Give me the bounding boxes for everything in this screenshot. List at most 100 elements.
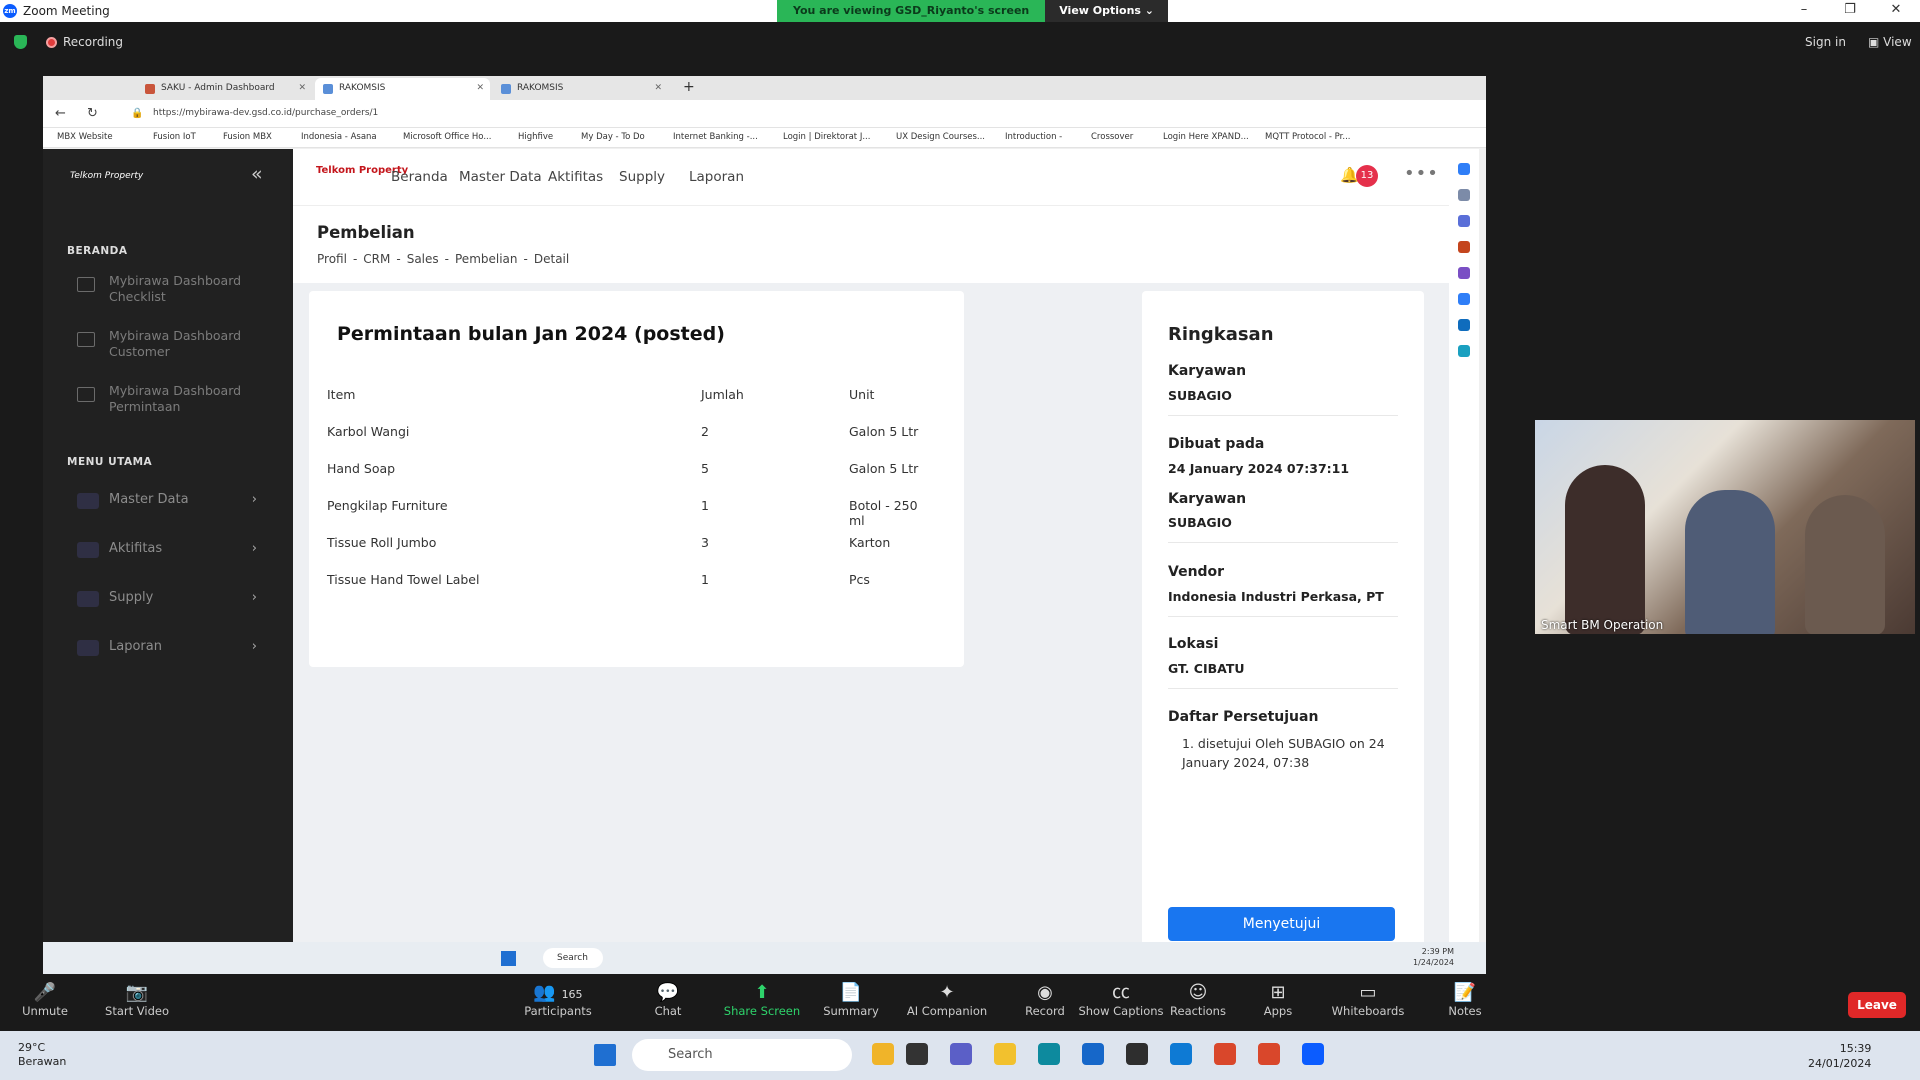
vendor-label: Vendor <box>1168 564 1225 580</box>
sidebar-item-dashboard-customer[interactable]: Mybirawa Dashboard Customer <box>77 328 257 362</box>
zoom-app-icon[interactable] <box>1302 1043 1324 1065</box>
cell-unit: Botol - 250 ml <box>849 498 918 528</box>
view-options-button[interactable]: View Options ⌄ <box>1045 0 1169 22</box>
back-icon[interactable]: ← <box>55 106 66 121</box>
chrome-icon[interactable] <box>1258 1043 1280 1065</box>
whiteboards-button[interactable]: ▭ Whiteboards <box>1323 982 1413 1018</box>
video-off-icon: 📷 <box>125 982 149 1003</box>
toolbar-label: Whiteboards <box>1331 1004 1405 1018</box>
teams-icon[interactable] <box>950 1043 972 1065</box>
table-row: Tissue Hand Towel Label 1 Pcs <box>327 572 927 609</box>
toolbar-label: Record <box>1025 1004 1065 1018</box>
sign-in-button[interactable]: Sign in <box>1805 35 1846 49</box>
cell-jumlah: 5 <box>701 461 709 476</box>
tab-rakomsis[interactable]: RAKOMSIS ✕ <box>493 78 668 100</box>
breadcrumb-item[interactable]: Profil <box>317 252 347 266</box>
bookmark-item[interactable]: MQTT Protocol - Pr... <box>1265 132 1350 142</box>
file-app-icon[interactable] <box>906 1043 928 1065</box>
ai-companion-button[interactable]: ✦ AI Companion <box>892 982 1002 1018</box>
apps-button[interactable]: ⊞ Apps <box>1233 982 1323 1018</box>
chat-button[interactable]: 💬 Chat <box>623 982 713 1018</box>
new-tab-icon[interactable]: + <box>683 79 695 95</box>
nav-laporan[interactable]: Laporan <box>689 169 744 185</box>
order-card: Permintaan bulan Jan 2024 (posted) Item … <box>309 291 964 667</box>
shopping-icon[interactable] <box>1458 215 1470 227</box>
summary-button[interactable]: 📄 Summary <box>806 982 896 1018</box>
search-icon[interactable] <box>1458 189 1470 201</box>
reactions-button[interactable]: ☺ Reactions <box>1153 982 1243 1018</box>
start-video-button[interactable]: 📷 Start Video <box>92 982 182 1018</box>
lokasi-label: Lokasi <box>1168 636 1219 652</box>
bookmark-item[interactable]: Internet Banking -... <box>673 132 758 142</box>
participants-button[interactable]: 👥 165 Participants <box>513 982 603 1018</box>
collapse-sidebar-icon[interactable]: « <box>251 163 263 185</box>
divider <box>1168 616 1398 617</box>
nav-supply[interactable]: Supply <box>619 169 665 185</box>
notes-button[interactable]: 📝 Notes <box>1420 982 1510 1018</box>
app-sidebar: Telkom Property « BERANDA Mybirawa Dashb… <box>43 149 293 942</box>
sidebar-item-dashboard-checklist[interactable]: Mybirawa Dashboard Checklist <box>77 273 257 307</box>
bookmark-item[interactable]: Microsoft Office Ho... <box>403 132 491 142</box>
taskbar-search[interactable]: Search <box>543 948 603 968</box>
minimize-icon[interactable]: – <box>1784 2 1824 17</box>
sidebar-item-aktifitas[interactable]: Aktifitas › <box>77 541 257 561</box>
participant-video[interactable]: Smart BM Operation <box>1535 420 1915 634</box>
close-tab-icon[interactable]: ✕ <box>298 83 306 93</box>
breadcrumb-item[interactable]: CRM <box>363 252 390 266</box>
reload-icon[interactable]: ↻ <box>87 106 98 121</box>
windows-start-icon[interactable] <box>501 951 516 966</box>
edge-icon[interactable] <box>1038 1043 1060 1065</box>
terminal-icon[interactable] <box>1126 1043 1148 1065</box>
copilot-icon[interactable] <box>1458 163 1470 175</box>
bookmark-item[interactable]: Highfive <box>518 132 553 142</box>
sidebar-item-supply[interactable]: Supply › <box>77 590 257 610</box>
sidebar-item-master-data[interactable]: Master Data › <box>77 492 257 512</box>
outlook-icon[interactable] <box>1458 319 1470 331</box>
nav-beranda[interactable]: Beranda <box>391 169 448 185</box>
system-clock[interactable]: 15:39 24/01/2024 <box>1808 1041 1871 1071</box>
leave-button[interactable]: Leave <box>1848 992 1906 1018</box>
tab-rakomsis-active[interactable]: RAKOMSIS ✕ <box>315 78 490 100</box>
close-tab-icon[interactable]: ✕ <box>654 83 662 93</box>
more-icon[interactable]: ••• <box>1404 163 1439 184</box>
bookmark-item[interactable]: Crossover <box>1091 132 1133 142</box>
bookmark-item[interactable]: UX Design Courses... <box>896 132 985 142</box>
breadcrumb-item[interactable]: Pembelian <box>455 252 518 266</box>
store-icon[interactable] <box>1082 1043 1104 1065</box>
tools-icon[interactable] <box>1458 241 1470 253</box>
breadcrumb-item[interactable]: Sales <box>407 252 439 266</box>
bookmark-item[interactable]: Indonesia - Asana <box>301 132 377 142</box>
bookmark-item[interactable]: Fusion IoT <box>153 132 196 142</box>
sidebar-item-laporan[interactable]: Laporan › <box>77 639 257 659</box>
explorer-icon[interactable] <box>994 1043 1016 1065</box>
nav-aktifitas[interactable]: Aktifitas <box>548 169 603 185</box>
bookmark-item[interactable]: MBX Website <box>57 132 113 142</box>
notification-badge[interactable]: 13 <box>1356 165 1378 187</box>
approve-button[interactable]: Menyetujui <box>1168 907 1395 941</box>
bookmark-item[interactable]: Login Here XPAND... <box>1163 132 1249 142</box>
vscode-icon[interactable] <box>1170 1043 1192 1065</box>
bookmark-item[interactable]: Introduction - <box>1005 132 1062 142</box>
chrome-icon[interactable] <box>1214 1043 1236 1065</box>
unmute-button[interactable]: 🎤 Unmute <box>0 982 90 1018</box>
bookmarks-bar: MBX Website Fusion IoT Fusion MBX Indone… <box>43 128 1486 148</box>
games-icon[interactable] <box>1458 267 1470 279</box>
maximize-icon[interactable]: ❐ <box>1830 2 1870 17</box>
bookmark-item[interactable]: Login | Direktorat J... <box>783 132 870 142</box>
url-field[interactable]: https://mybirawa-dev.gsd.co.id/purchase_… <box>153 108 378 118</box>
office-icon[interactable] <box>1458 293 1470 305</box>
share-screen-button[interactable]: ⬆ Share Screen <box>717 982 807 1018</box>
close-tab-icon[interactable]: ✕ <box>476 83 484 93</box>
windows-search[interactable]: Search <box>632 1039 852 1071</box>
weather-widget[interactable]: 29°C Berawan <box>18 1041 66 1069</box>
send-icon[interactable] <box>1458 345 1470 357</box>
nav-master-data[interactable]: Master Data <box>459 169 542 185</box>
sidebar-item-dashboard-permintaan[interactable]: Mybirawa Dashboard Permintaan <box>77 383 257 417</box>
close-icon[interactable]: ✕ <box>1876 2 1916 17</box>
bookmark-item[interactable]: Fusion MBX <box>223 132 272 142</box>
windows-start-icon[interactable] <box>594 1044 616 1066</box>
bookmark-item[interactable]: My Day - To Do <box>581 132 645 142</box>
view-button[interactable]: ▣ View <box>1868 35 1912 49</box>
copilot-app-icon[interactable] <box>872 1043 894 1065</box>
tab-saku[interactable]: SAKU - Admin Dashboard ✕ <box>137 78 312 100</box>
